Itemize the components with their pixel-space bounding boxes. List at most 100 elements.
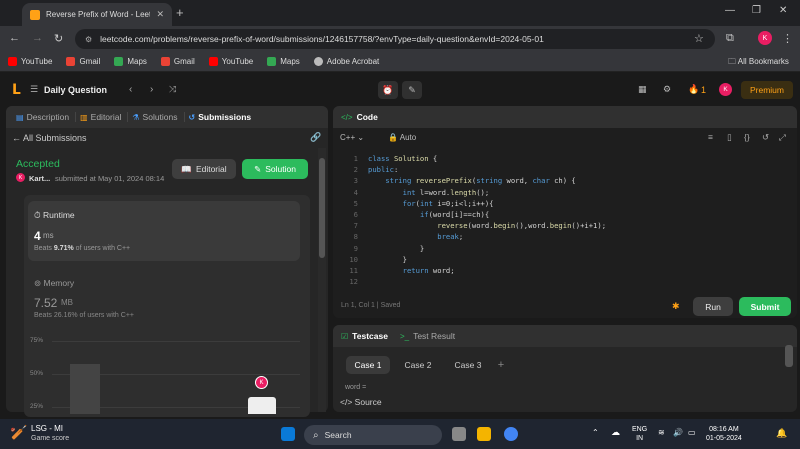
tab-test-result[interactable]: >_ Test Result (400, 331, 455, 341)
notes-icon[interactable]: ✎ (402, 81, 422, 99)
username[interactable]: Kart... (29, 174, 50, 183)
code-line[interactable]: 1 class Solution { (336, 153, 791, 164)
submit-button[interactable]: Submit (739, 297, 791, 316)
address-bar[interactable]: ⚙ leetcode.com/problems/reverse-prefix-o… (75, 29, 715, 49)
all-submissions-link[interactable]: ← All Submissions (12, 133, 87, 143)
bookmark-gmail[interactable]: Gmail (66, 57, 100, 66)
scrollbar-thumb[interactable] (319, 158, 325, 258)
braces-icon[interactable]: {} (744, 132, 750, 142)
code-line[interactable]: 2 public: (336, 164, 791, 175)
wifi-icon[interactable]: ≋ (658, 428, 665, 437)
minimize-icon[interactable]: — (725, 5, 735, 16)
taskbar-search[interactable]: ⌕ Search (304, 425, 442, 445)
daily-question-title[interactable]: Daily Question (44, 85, 107, 95)
extensions-icon[interactable]: ⧉ (726, 32, 734, 45)
site-info-icon[interactable]: ⚙ (85, 35, 92, 44)
bookmark-youtube[interactable]: YouTube (8, 57, 52, 66)
code-line[interactable]: 9 } (336, 243, 791, 254)
tab-description[interactable]: ▤ Description (16, 112, 77, 122)
reload-icon[interactable]: ↻ (54, 32, 63, 45)
memory-label[interactable]: ⊚ Memory (34, 278, 74, 289)
close-tab-icon[interactable]: ✕ (156, 9, 164, 20)
new-tab-icon[interactable]: + (176, 5, 184, 20)
tab-solutions[interactable]: ⚗ Solutions (132, 112, 185, 122)
leetcode-logo-icon[interactable]: ᒪ (12, 82, 26, 96)
problem-list-icon[interactable]: ☰ (30, 84, 38, 95)
code-line[interactable]: 6 if(word[i]==ch){ (336, 209, 791, 220)
task-view-icon[interactable] (452, 427, 466, 441)
premium-button[interactable]: Premium (741, 81, 793, 99)
code-line[interactable]: 5 for(int i=0;i<l;i++){ (336, 198, 791, 209)
input-language[interactable]: ENG IN (632, 425, 647, 443)
streak-fire-icon[interactable]: 🔥 (688, 84, 699, 95)
chart-tick: 75% (30, 337, 44, 344)
code-line[interactable]: 4 int l=word.length(); (336, 187, 791, 198)
cricket-widget-icon[interactable]: 🏏 (10, 424, 27, 441)
testcase-scrollbar[interactable] (785, 345, 793, 367)
profile-avatar[interactable]: K (758, 31, 772, 45)
code-text: reverse(word.begin(),word.begin()+i+1); (437, 221, 607, 231)
distribution-bar-you[interactable] (248, 397, 276, 414)
restore-icon[interactable]: ❐ (752, 5, 761, 16)
bookmark-gmail[interactable]: Gmail (160, 57, 195, 66)
notifications-icon[interactable]: 🔔 (776, 428, 787, 439)
case-tab[interactable]: Case 1 (346, 356, 390, 374)
code-line[interactable]: 10 } (336, 254, 791, 265)
bookmarks-bar: YouTube Gmail Maps Gmail YouTube Maps Ad… (0, 52, 800, 72)
tab-testcase[interactable]: ☑ Testcase (341, 331, 388, 341)
left-scrollbar[interactable] (318, 148, 326, 412)
code-editor[interactable]: 1 class Solution {2 public: 3 string revers… (336, 153, 791, 287)
flask-icon: ⚗ (132, 112, 140, 122)
chrome-menu-icon[interactable]: ⋮ (782, 32, 793, 45)
chrome-icon[interactable] (504, 427, 518, 441)
volume-icon[interactable]: 🔊 (673, 428, 683, 437)
show-hidden-icons[interactable]: ⌃ (592, 428, 599, 437)
case-tab[interactable]: Case 2 (396, 356, 440, 374)
fullscreen-icon[interactable]: ⤢ (779, 132, 786, 143)
debugger-icon[interactable]: ✱ (672, 301, 680, 312)
case-tab[interactable]: Case 3 (446, 356, 490, 374)
all-bookmarks[interactable]: 🗀 All Bookmarks (728, 56, 789, 70)
code-line[interactable]: 11 return word; (336, 265, 791, 276)
solution-button[interactable]: ✎ Solution (242, 159, 308, 179)
code-line[interactable]: 3 string reversePrefix(string word, char… (336, 175, 791, 186)
language-select[interactable]: C++ ⌄ (340, 133, 364, 142)
layout-icon[interactable]: ▦ (638, 84, 647, 95)
browser-tab[interactable]: Reverse Prefix of Word - LeetC ✕ (22, 3, 172, 26)
bookmark-icon[interactable]: ▯ (727, 132, 732, 143)
widget-title[interactable]: LSG - MI (31, 424, 63, 433)
onedrive-icon[interactable]: ☁ (611, 427, 620, 438)
tab-submissions[interactable]: ↺ Submissions (189, 112, 258, 122)
settings-gear-icon[interactable]: ⚙ (663, 84, 671, 95)
code-line[interactable]: 7 reverse(word.begin(),word.begin()+i+1)… (336, 220, 791, 231)
forward-icon[interactable]: → (32, 32, 43, 44)
bookmark-star-icon[interactable]: ☆ (694, 32, 704, 45)
window-close-icon[interactable]: ✕ (779, 5, 787, 16)
next-problem-icon[interactable]: › (150, 84, 153, 95)
auto-mode[interactable]: 🔒 Auto (388, 133, 416, 142)
bookmark-youtube[interactable]: YouTube (208, 57, 253, 66)
share-link-icon[interactable]: 🔗 (310, 132, 321, 143)
timer-icon[interactable]: ⏰ (378, 81, 398, 99)
run-button[interactable]: Run (693, 297, 733, 316)
editorial-button[interactable]: 📖 Editorial (172, 159, 236, 179)
add-case-button[interactable]: + (494, 356, 508, 374)
shuffle-icon[interactable]: ⤨ (169, 84, 176, 95)
file-explorer-icon[interactable] (477, 427, 491, 441)
back-icon[interactable]: ← (9, 32, 20, 44)
distribution-bar[interactable] (70, 364, 100, 414)
source-toggle[interactable]: </> Source (340, 397, 382, 407)
bookmark-maps[interactable]: Maps (267, 57, 300, 66)
tab-editorial[interactable]: ▥ Editorial (80, 112, 129, 122)
bookmark-adobe-acrobat[interactable]: Adobe Acrobat (313, 57, 379, 66)
windows-start-icon[interactable] (281, 427, 295, 441)
code-line[interactable]: 8 break; (336, 231, 791, 242)
prev-problem-icon[interactable]: ‹ (129, 84, 132, 95)
battery-icon[interactable]: ▭ (688, 428, 696, 437)
reset-icon[interactable]: ↺ (762, 132, 769, 143)
format-icon[interactable]: ≡ (708, 132, 713, 142)
bookmark-maps[interactable]: Maps (114, 57, 147, 66)
code-line[interactable]: 12 (336, 276, 791, 287)
user-avatar[interactable]: K (719, 83, 732, 96)
clock[interactable]: 08:16 AM 01-05-2024 (706, 425, 742, 443)
